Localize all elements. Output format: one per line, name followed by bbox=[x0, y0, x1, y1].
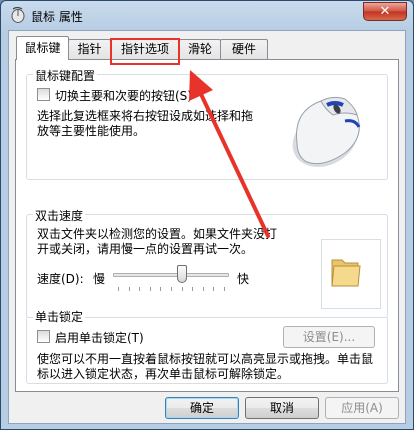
click-lock-description: 使您可以不用一直按着鼠标按钮就可以高亮显示或拖拽。单击鼠标以进入锁定状态，再次单… bbox=[37, 352, 374, 381]
slider-tick bbox=[129, 287, 130, 291]
close-icon: ✕ bbox=[379, 4, 391, 19]
speed-label: 速度(D): bbox=[37, 272, 84, 286]
button-config-description: 选择此复选框来将右按钮设成如选择和拖放等主要性能使用。 bbox=[37, 109, 254, 138]
mouse-properties-window: 鼠标 属性 ✕ 鼠标键 指针 指针选项 滑轮 硬件 鼠标键配置 切换主要和次要的… bbox=[0, 0, 414, 430]
cancel-button[interactable]: 取消 bbox=[245, 397, 319, 419]
slider-tick bbox=[203, 287, 204, 291]
double-click-group: 双击速度 双击文件夹以检测您的设置。如果文件夹没打开或关闭，请用慢一点的设置再试… bbox=[26, 207, 388, 318]
apply-button[interactable]: 应用(A) bbox=[325, 397, 399, 419]
tab-buttons[interactable]: 鼠标键 bbox=[16, 36, 69, 60]
button-config-title: 鼠标键配置 bbox=[33, 67, 98, 84]
switch-buttons-label[interactable]: 切换主要和次要的按钮(S) bbox=[55, 87, 192, 104]
annotation-highlight-box bbox=[110, 38, 180, 65]
click-lock-group: 单击锁定 启用单击锁定(T) 设置(E)... 使您可以不用一直按着鼠标按钮就可… bbox=[26, 308, 388, 384]
mouse-app-icon bbox=[11, 7, 25, 23]
mouse-illustration bbox=[292, 96, 361, 167]
slow-label: 慢 bbox=[93, 272, 106, 286]
double-click-title: 双击速度 bbox=[33, 207, 86, 224]
slider-tick bbox=[118, 287, 119, 291]
slider-tick bbox=[192, 287, 193, 291]
dialog-body: 鼠标键 指针 指针选项 滑轮 硬件 鼠标键配置 切换主要和次要的按钮(S) 选择… bbox=[8, 30, 406, 424]
click-lock-title: 单击锁定 bbox=[33, 308, 86, 325]
slider-thumb[interactable] bbox=[177, 265, 187, 283]
tab-pointers[interactable]: 指针 bbox=[68, 39, 111, 59]
double-click-description: 双击文件夹以检测您的设置。如果文件夹没打开或关闭，请用慢一点的设置再试一次。 bbox=[37, 227, 278, 256]
slider-tick bbox=[160, 287, 161, 291]
test-folder-icon bbox=[331, 259, 361, 287]
tab-wheel[interactable]: 滑轮 bbox=[179, 39, 221, 59]
slider-track bbox=[113, 273, 229, 277]
title-bar[interactable]: 鼠标 属性 ✕ bbox=[1, 1, 413, 29]
slider-tick bbox=[150, 287, 151, 291]
slider-tick bbox=[139, 287, 140, 291]
slider-ticks bbox=[113, 287, 229, 291]
click-lock-checkbox[interactable] bbox=[37, 330, 50, 343]
button-config-group: 鼠标键配置 切换主要和次要的按钮(S) 选择此复选框来将右按钮设成如选择和拖放等… bbox=[26, 67, 388, 180]
double-click-speed-slider[interactable] bbox=[113, 265, 229, 295]
test-folder-area[interactable] bbox=[321, 239, 381, 309]
fast-label: 快 bbox=[237, 272, 250, 286]
buttons-tab-panel: 鼠标键配置 切换主要和次要的按钮(S) 选择此复选框来将右按钮设成如选择和拖放等… bbox=[15, 59, 399, 392]
window-title: 鼠标 属性 bbox=[31, 10, 83, 24]
click-lock-settings-button[interactable]: 设置(E)... bbox=[283, 326, 375, 348]
slider-tick bbox=[171, 287, 172, 291]
slider-tick bbox=[213, 287, 214, 291]
close-button[interactable]: ✕ bbox=[363, 2, 407, 21]
switch-buttons-checkbox[interactable] bbox=[37, 88, 50, 101]
tab-hardware[interactable]: 硬件 bbox=[220, 39, 268, 59]
click-lock-label[interactable]: 启用单击锁定(T) bbox=[55, 329, 144, 346]
slider-tick bbox=[182, 287, 183, 291]
slider-tick bbox=[224, 287, 225, 291]
ok-button[interactable]: 确定 bbox=[165, 397, 239, 419]
